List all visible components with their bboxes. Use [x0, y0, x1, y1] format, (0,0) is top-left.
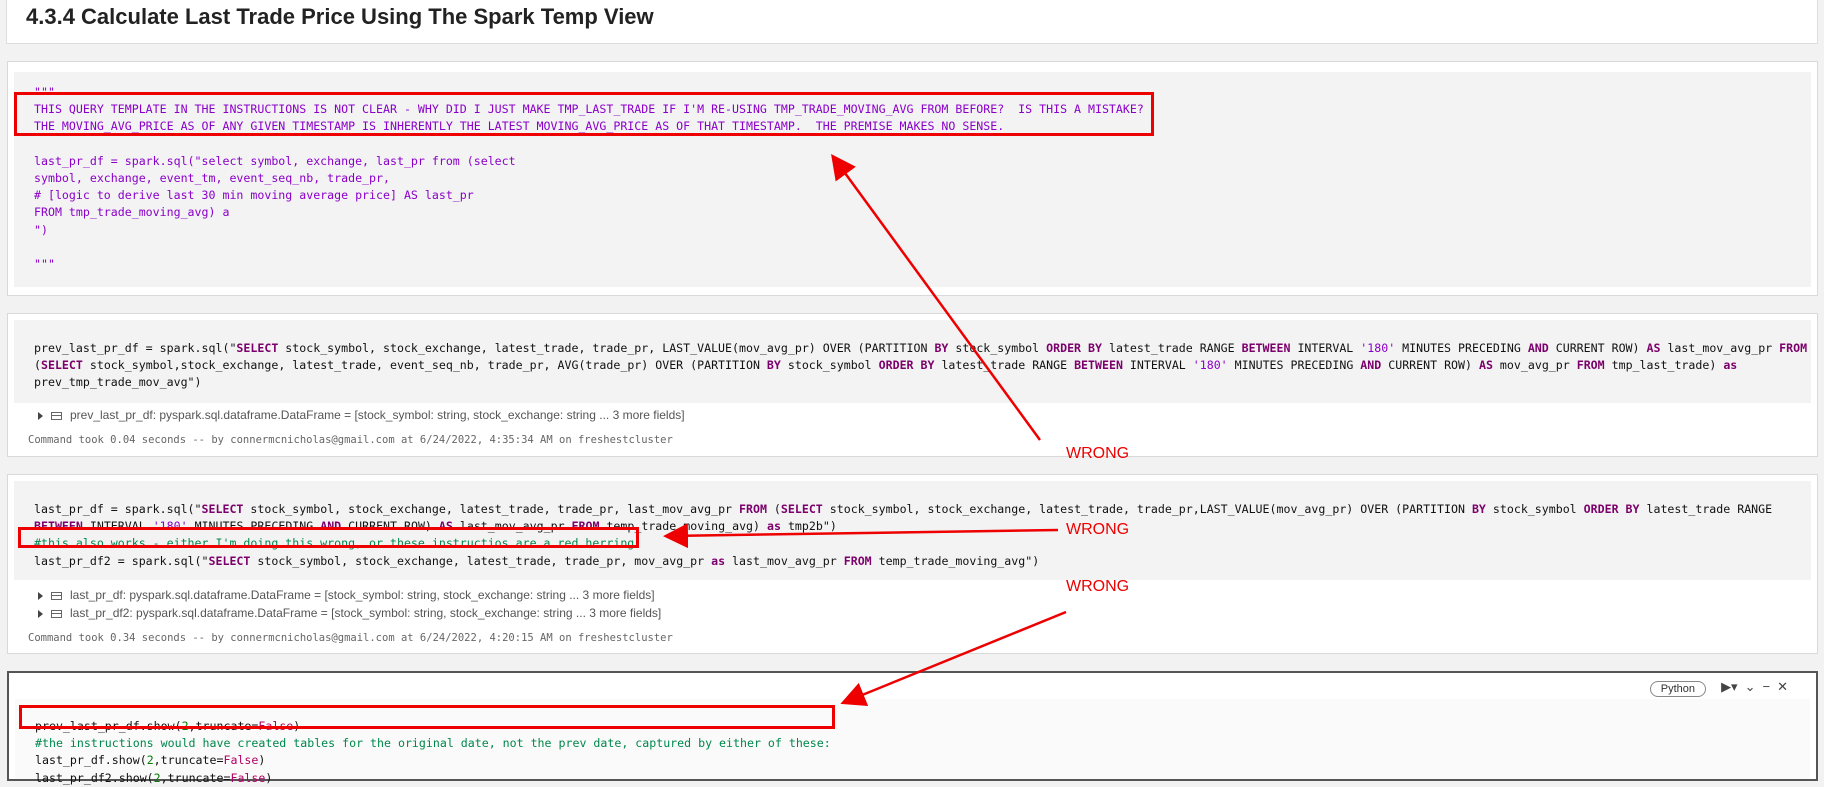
sql-keyword: SELECT: [236, 341, 279, 355]
sql-keyword: as: [1723, 358, 1738, 373]
table-icon: [51, 609, 62, 618]
code-line: # [logic to derive last 30 min moving av…: [34, 188, 474, 203]
code-token: stock_symbol, stock_exchange, latest_tra…: [243, 502, 740, 516]
code-token: last_mov_avg_pr: [1660, 341, 1780, 355]
boolean-literal: False: [223, 753, 259, 768]
sql-keyword: BETWEEN: [1074, 358, 1123, 373]
sql-keyword: SELECT: [40, 358, 83, 373]
result-text: prev_last_pr_df: pyspark.sql.dataframe.D…: [70, 408, 685, 422]
code-token: stock_symbol, stock_exchange, latest_tra…: [250, 553, 712, 568]
cell-toolbar: ▶▾ ⌄ − ✕: [1714, 679, 1788, 695]
code-token: stock_symbol,stock_exchange, latest_trad…: [82, 358, 767, 373]
section-title: 4.3.4 Calculate Last Trade Price Using T…: [26, 4, 654, 29]
code-token: INTERVAL: [1122, 358, 1193, 373]
annotation-label-wrong: WRONG: [1066, 521, 1130, 538]
sql-keyword: AND: [1360, 358, 1382, 373]
sql-keyword: as: [767, 519, 781, 534]
sql-keyword: SELECT: [780, 502, 823, 516]
code-token: last_mov_avg_pr: [725, 553, 844, 568]
notebook-cell-3[interactable]: last_pr_df = spark.sql("SELECT stock_sym…: [7, 474, 1818, 654]
code-token: stock_symbol, stock_exchange, latest_tra…: [278, 341, 935, 355]
sql-keyword: SELECT: [201, 502, 244, 516]
sql-keyword: AND: [1527, 341, 1549, 355]
string-literal: '180': [1360, 341, 1396, 355]
result-text: last_pr_df: pyspark.sql.dataframe.DataFr…: [70, 588, 655, 602]
code-token: prev_last_pr_df = spark.sql(": [34, 341, 237, 355]
expand-caret-icon[interactable]: [38, 411, 43, 420]
code-token: latest_trade RANGE: [1101, 341, 1242, 355]
code-line: "): [34, 222, 48, 237]
sql-keyword: FROM: [1576, 358, 1605, 373]
code-editor[interactable]: prev_last_pr_df = spark.sql("SELECT stoc…: [14, 320, 1811, 403]
code-comment: #the instructions would have created tab…: [35, 736, 831, 751]
annotation-label-wrong: WRONG: [1066, 445, 1130, 462]
annotation-box-also-works: [18, 527, 639, 548]
code-token: last_pr_df.show(: [35, 753, 147, 768]
sql-keyword: BY: [934, 341, 949, 355]
code-line: """: [34, 257, 55, 272]
code-token: (: [766, 502, 781, 516]
code-token: CURRENT ROW): [1548, 341, 1647, 355]
dataframe-result-toggle[interactable]: last_pr_df2: pyspark.sql.dataframe.DataF…: [38, 606, 661, 620]
dataframe-result-toggle[interactable]: prev_last_pr_df: pyspark.sql.dataframe.D…: [38, 408, 685, 422]
code-token: latest_trade RANGE: [934, 358, 1075, 373]
table-icon: [51, 411, 62, 420]
code-token: stock_symbol, stock_exchange, latest_tra…: [822, 502, 1472, 516]
code-token: MINUTES PRECEDING: [1395, 341, 1528, 355]
string-literal: '180': [1192, 358, 1228, 373]
command-footer: Command took 0.34 seconds -- by connermc…: [28, 632, 673, 644]
code-token: temp_trade_moving_avg"): [871, 553, 1040, 568]
code-token: INTERVAL: [1290, 341, 1361, 355]
code-token: (: [34, 358, 41, 373]
annotation-box-instructions: [19, 705, 835, 729]
chevron-down-icon[interactable]: ⌄: [1745, 679, 1756, 694]
sql-keyword: AS: [1478, 358, 1493, 373]
command-footer: Command took 0.04 seconds -- by connermc…: [28, 434, 673, 446]
sql-keyword: FROM: [1779, 341, 1808, 355]
table-icon: [51, 591, 62, 600]
sql-keyword: AS: [1646, 341, 1661, 355]
annotation-box-query-template: [14, 92, 1154, 136]
close-icon[interactable]: ✕: [1777, 679, 1788, 694]
dataframe-result-toggle[interactable]: last_pr_df: pyspark.sql.dataframe.DataFr…: [38, 588, 655, 602]
code-line: symbol, exchange, event_tm, event_seq_nb…: [34, 171, 390, 186]
sql-keyword: ORDER BY: [1046, 341, 1102, 355]
code-token: stock_symbol: [1485, 502, 1584, 516]
code-token: mov_avg_pr: [1492, 358, 1577, 373]
sql-keyword: ORDER BY: [878, 358, 935, 373]
code-token: latest_trade RANGE: [1639, 502, 1773, 516]
sql-keyword: FROM: [843, 553, 872, 568]
sql-keyword: BETWEEN: [1241, 341, 1291, 355]
sql-keyword: BY: [766, 358, 781, 373]
code-token: CURRENT ROW): [1381, 358, 1479, 373]
code-token: prev_tmp_trade_mov_avg"): [34, 375, 202, 390]
markdown-heading-cell: 4.3.4 Calculate Last Trade Price Using T…: [6, 0, 1818, 44]
code-token: tmp2b"): [780, 519, 837, 534]
sql-keyword: ORDER BY: [1583, 502, 1640, 516]
sql-keyword: SELECT: [208, 553, 251, 568]
sql-keyword: FROM: [739, 502, 767, 516]
result-text: last_pr_df2: pyspark.sql.dataframe.DataF…: [70, 606, 662, 620]
minimize-icon[interactable]: −: [1763, 679, 1771, 694]
code-line: last_pr_df = spark.sql("select symbol, e…: [34, 153, 516, 168]
code-line: FROM tmp_trade_moving_avg) a: [34, 205, 230, 220]
code-token: MINUTES PRECEDING: [1227, 358, 1361, 373]
sql-keyword: as: [711, 553, 726, 568]
notebook-cell-2[interactable]: prev_last_pr_df = spark.sql("SELECT stoc…: [7, 313, 1818, 457]
expand-caret-icon[interactable]: [38, 609, 43, 618]
code-token: stock_symbol: [780, 358, 879, 373]
number-literal: 2: [146, 753, 154, 768]
expand-caret-icon[interactable]: [38, 591, 43, 600]
run-cell-icon[interactable]: ▶▾: [1721, 679, 1738, 694]
code-token: last_pr_df2 = spark.sql(": [34, 553, 209, 568]
language-selector[interactable]: Python: [1649, 681, 1706, 697]
code-token: stock_symbol: [948, 341, 1047, 355]
code-token: ,truncate=: [153, 753, 224, 768]
code-lines: prev_last_pr_df = spark.sql("SELECT stoc…: [34, 340, 1807, 392]
code-token: ): [258, 753, 266, 768]
annotation-label-wrong: WRONG: [1066, 578, 1130, 595]
code-token: last_pr_df = spark.sql(": [34, 502, 202, 516]
sql-keyword: BY: [1471, 502, 1486, 516]
code-token: tmp_last_trade): [1604, 358, 1724, 373]
